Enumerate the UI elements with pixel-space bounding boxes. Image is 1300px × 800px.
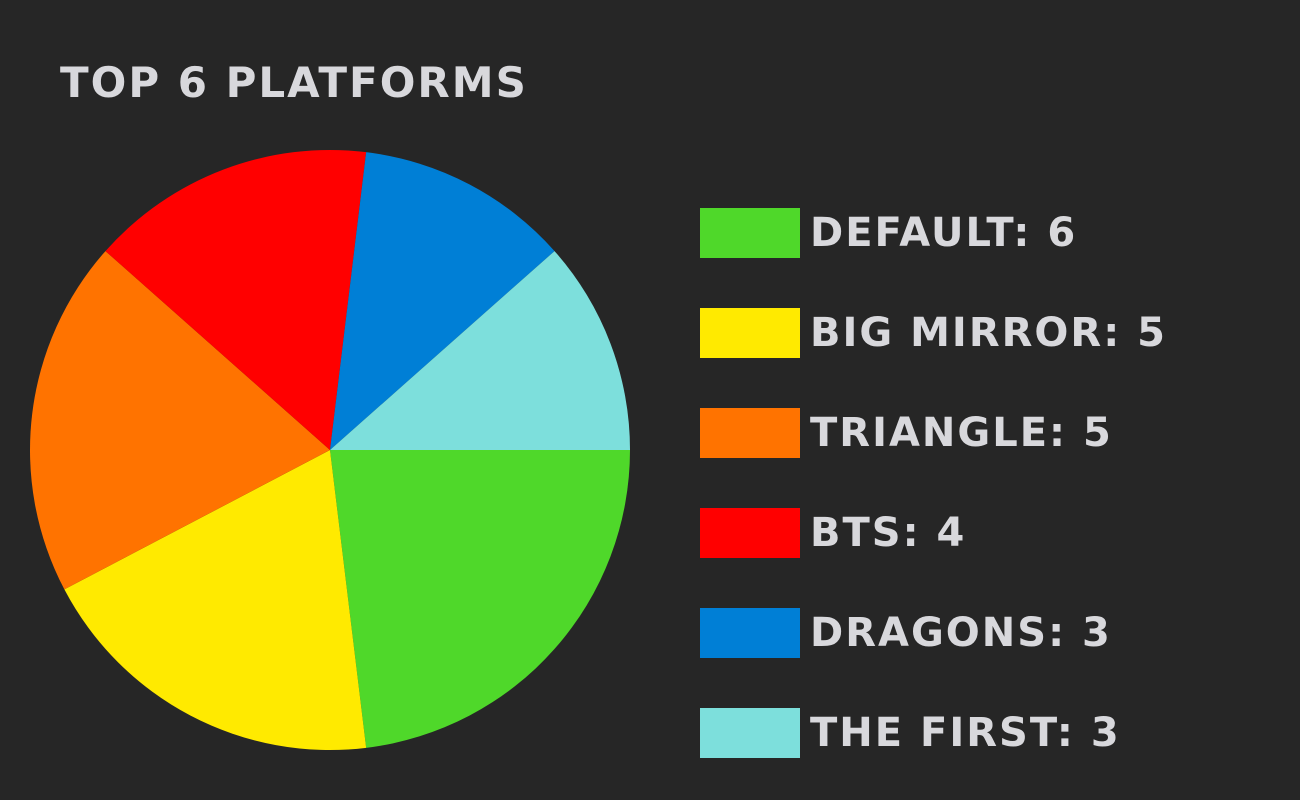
chart-canvas: Top 6 Platforms DEFAULT: 6 BIG MIRROR: 5T… [0,0,1300,800]
legend-item-dragons: DRAGONS: 3 [700,608,1112,658]
legend-swatch [700,208,800,258]
legend-item-bts: BTS: 4 [700,508,966,558]
legend-item-big-mirror: BIG MIRROR: 5 [700,308,1167,358]
legend-swatch [700,608,800,658]
legend-swatch [700,408,800,458]
legend-swatch [700,508,800,558]
legend-label: DRAGONS: 3 [810,610,1112,656]
legend-label: TRIANGLE: 5 [810,410,1113,456]
legend-label: DEFAULT: 6 [810,210,1078,256]
pie-slice-default [330,450,630,748]
legend-label: BIG MIRROR: 5 [810,310,1167,356]
legend-item-triangle: TRIANGLE: 5 [700,408,1113,458]
legend-label: BTS: 4 [810,510,967,556]
pie-chart [30,150,630,750]
legend-item-default: DEFAULT: 6 [700,208,1077,258]
legend-swatch [700,708,800,758]
legend-label: THE FIRST: 3 [810,710,1121,756]
legend-swatch [700,308,800,358]
legend-item-the-first: THE FIRST: 3 [700,708,1121,758]
